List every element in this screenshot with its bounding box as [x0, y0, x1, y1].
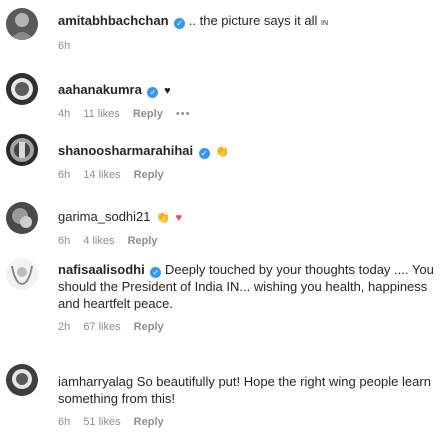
reply-button[interactable]: Reply — [134, 321, 164, 333]
username[interactable]: shanoosharmarahihai — [58, 143, 193, 158]
username[interactable]: garima_sodhi21 — [58, 209, 151, 224]
username[interactable]: amitabhbachchan — [58, 13, 169, 28]
comment-time: 6h — [58, 40, 71, 52]
like-count[interactable]: 11 likes — [83, 108, 119, 120]
avatar[interactable] — [6, 364, 38, 396]
username[interactable]: aahanakumra — [58, 82, 142, 97]
comment-time: 6h — [58, 169, 71, 181]
verified-badge-icon: ✓ — [147, 87, 159, 98]
like-count[interactable]: 4 likes — [83, 235, 114, 247]
username[interactable]: iamharryalag — [58, 374, 133, 389]
avatar[interactable] — [6, 8, 38, 40]
verified-badge-icon: ✓ — [150, 267, 162, 278]
comment-time: 2h — [58, 321, 71, 333]
avatar[interactable] — [6, 258, 38, 290]
comment-time: 4h — [58, 108, 71, 120]
india-flag: IN — [321, 20, 329, 27]
reply-button[interactable]: Reply — [128, 235, 158, 247]
username[interactable]: nafisaalisodhi — [58, 262, 145, 277]
heart-emoji: ♥ — [164, 85, 171, 97]
comment-time: 6h — [58, 416, 71, 428]
comment-time: 6h — [58, 235, 71, 247]
verified-badge-icon: ✓ — [174, 18, 186, 29]
reply-button[interactable]: Reply — [134, 416, 164, 428]
like-count[interactable]: 67 likes — [83, 321, 120, 333]
like-count[interactable]: 14 likes — [83, 169, 120, 181]
avatar[interactable] — [6, 73, 38, 105]
like-count[interactable]: 51 likes — [83, 416, 120, 428]
more-options-icon[interactable]: ••• — [176, 108, 191, 120]
avatar[interactable] — [6, 134, 38, 166]
reply-button[interactable]: Reply — [134, 169, 164, 181]
comment-text: .. the picture says it all — [188, 13, 318, 28]
reply-button[interactable]: Reply — [133, 108, 163, 120]
verified-badge-icon: ✓ — [198, 148, 210, 159]
clap-emoji: 👏 — [215, 146, 230, 158]
clap-emoji: 👏 — [156, 212, 170, 224]
avatar[interactable] — [6, 202, 38, 234]
heart-emoji: ♥ — [175, 212, 182, 224]
